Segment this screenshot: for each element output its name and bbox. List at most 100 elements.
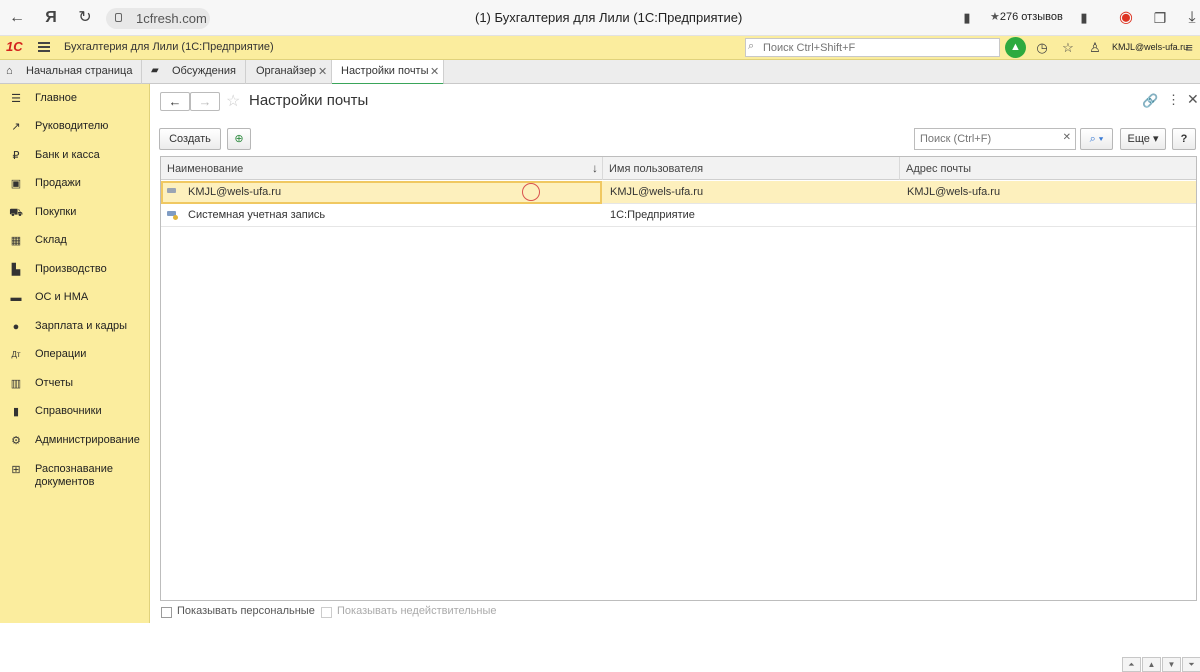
browser-tab-title: (1) Бухгалтерия для Лили (1С:Предприятие…: [475, 10, 743, 25]
sidebar-item-production[interactable]: ▙ Производство: [0, 260, 150, 282]
more-label: Еще: [1127, 133, 1150, 145]
close-tab-icon[interactable]: ✕: [430, 65, 439, 78]
mail-settings-form: ← → ☆ Настройки почты 🔗 ⋮ ✕ Создать ⊕ ✕ …: [150, 84, 1200, 672]
sidebar-item-bank[interactable]: ₽ Банк и касса: [0, 146, 150, 168]
link-icon[interactable]: 🔗: [1142, 93, 1158, 109]
sidebar-item-administration[interactable]: ⚙ Администрирование: [0, 431, 150, 453]
sidebar-item-directories[interactable]: ▮ Справочники: [0, 402, 150, 424]
sidebar-item-warehouse[interactable]: ▦ Склад: [0, 231, 150, 253]
help-button[interactable]: ?: [1172, 128, 1196, 150]
menu-icon[interactable]: [38, 42, 50, 52]
sidebar-item-recognition[interactable]: ⊞ Распознавание документов: [0, 460, 150, 492]
sidebar-item-reports[interactable]: ▥ Отчеты: [0, 374, 150, 396]
history-icon[interactable]: ◷: [1033, 39, 1051, 57]
accounts-table: Наименование ↓ Имя пользователя Адрес по…: [160, 156, 1200, 672]
search-icon: ⌕ ▾: [1089, 133, 1104, 145]
ruble-icon: ₽: [12, 150, 20, 162]
back-button[interactable]: ←: [160, 92, 190, 111]
sidebar-item-label: Производство: [35, 263, 107, 275]
cell-address[interactable]: KMJL@wels-ufa.ru: [907, 186, 1000, 198]
search-button[interactable]: ⌕ ▾: [1080, 128, 1113, 150]
back-arrow-icon[interactable]: ←: [8, 9, 26, 27]
chart-icon: ▥: [10, 378, 22, 390]
scan-icon: ⊞: [11, 464, 21, 476]
tab-mail-settings[interactable]: Настройки почты ✕: [332, 60, 444, 85]
column-header-name[interactable]: Наименование: [161, 157, 603, 180]
cell-name[interactable]: Системная учетная запись: [188, 209, 325, 221]
more-vertical-icon[interactable]: ⋮: [1167, 92, 1180, 108]
scroll-down-button[interactable]: ▼: [1162, 657, 1181, 672]
sidebar-item-label: Банк и касса: [35, 149, 100, 161]
table-row[interactable]: KMJL@wels-ufa.ru KMJL@wels-ufa.ru KMJL@w…: [161, 181, 1196, 204]
account-icon: [167, 188, 176, 193]
sidebar-item-salary[interactable]: ● Зарплата и кадры: [0, 317, 150, 339]
sidebar-item-fixed-assets[interactable]: ▬ ОС и НМА: [0, 288, 150, 310]
sidebar-item-sales[interactable]: ▣ Продажи: [0, 174, 150, 196]
tab-label: Начальная страница: [26, 65, 133, 77]
sidebar-item-label: Зарплата и кадры: [35, 320, 128, 332]
sidebar-item-label: Продажи: [35, 177, 81, 189]
close-tab-icon[interactable]: ✕: [318, 65, 327, 78]
yandex-icon[interactable]: Я: [42, 9, 60, 27]
record-icon[interactable]: ◉: [1117, 9, 1135, 27]
reviews-badge[interactable]: ★276 отзывов: [990, 10, 1063, 23]
sidebar-item-main[interactable]: ☰ Главное: [0, 89, 150, 111]
tab-label: Настройки почты: [341, 65, 429, 77]
bookmark-icon[interactable]: ▮: [1075, 9, 1093, 27]
show-personal-checkbox[interactable]: [161, 607, 172, 618]
reload-icon[interactable]: ↻: [76, 9, 94, 27]
cell-user[interactable]: KMJL@wels-ufa.ru: [610, 186, 703, 198]
sidebar-item-purchases[interactable]: ⛟ Покупки: [0, 203, 150, 225]
reviews-count: 276 отзывов: [999, 11, 1063, 23]
table-header: Наименование ↓ Имя пользователя Адрес по…: [161, 157, 1196, 180]
sidebar-item-manager[interactable]: ↗ Руководителю: [0, 117, 150, 139]
address-bar[interactable]: 1cfresh.com: [106, 8, 210, 29]
sidebar-item-operations[interactable]: Дт Операции: [0, 345, 150, 367]
search-icon: ⌕: [748, 40, 755, 52]
app-title: Бухгалтерия для Лили (1С:Предприятие): [64, 41, 274, 53]
tab-discussions[interactable]: ▰ Обсуждения: [142, 60, 246, 84]
scroll-bottom-button[interactable]: ⏷: [1182, 657, 1200, 672]
chat-bubble-icon: ▰: [151, 65, 159, 76]
column-header-user[interactable]: Имя пользователя: [603, 157, 900, 180]
chat-icon[interactable]: ▮: [958, 9, 976, 27]
home-icon: ⌂: [6, 65, 13, 77]
show-invalid-checkbox[interactable]: [321, 607, 332, 618]
up-icon: ▲: [1147, 660, 1156, 669]
list-search-input[interactable]: [918, 131, 1056, 147]
scroll-top-button[interactable]: ⏶: [1122, 657, 1141, 672]
user-icon[interactable]: ♙: [1086, 39, 1104, 57]
global-search[interactable]: ⌕: [745, 38, 1000, 57]
download-icon[interactable]: ⤓: [1183, 9, 1200, 27]
favorite-star-icon[interactable]: ☆: [226, 91, 240, 111]
notifications-icon[interactable]: ▲: [1005, 37, 1026, 58]
arrow-left-icon: ←: [168, 94, 182, 109]
list-search[interactable]: ✕: [914, 128, 1076, 150]
favorites-star-icon[interactable]: ☆: [1059, 39, 1077, 57]
table-row[interactable]: Системная учетная запись 1С:Предприятие: [161, 204, 1196, 227]
forward-button[interactable]: →: [190, 92, 220, 111]
global-search-input[interactable]: [761, 40, 991, 55]
tab-home[interactable]: ⌂ Начальная страница: [0, 60, 142, 84]
create-button[interactable]: Создать: [159, 128, 221, 150]
more-actions-button[interactable]: Еще ▾: [1120, 128, 1166, 150]
double-down-icon: ⏷: [1188, 660, 1195, 669]
clear-icon[interactable]: ✕: [1063, 132, 1071, 143]
settings-menu-icon[interactable]: ≡: [1180, 39, 1198, 57]
column-header-address[interactable]: Адрес почты: [900, 157, 1196, 180]
close-icon[interactable]: ✕: [1187, 91, 1199, 108]
url-text: 1cfresh.com: [136, 11, 207, 26]
sort-down-icon[interactable]: ↓: [592, 161, 598, 175]
page-title: Настройки почты: [249, 92, 369, 109]
cell-name[interactable]: KMJL@wels-ufa.ru: [188, 186, 281, 198]
create-copy-button[interactable]: ⊕: [227, 128, 251, 150]
show-invalid-label: Показывать недействительные: [337, 605, 497, 617]
tab-organizer[interactable]: Органайзер ✕: [246, 60, 332, 84]
sidebar-item-label: ОС и НМА: [35, 291, 89, 303]
down-icon: ▼: [1167, 660, 1176, 669]
cell-user[interactable]: 1С:Предприятие: [610, 209, 695, 221]
scroll-up-button[interactable]: ▲: [1142, 657, 1161, 672]
user-name[interactable]: KMJL@wels-ufa.ru: [1112, 42, 1188, 52]
star-icon: ★: [990, 11, 1000, 23]
extensions-icon[interactable]: ❐: [1151, 9, 1169, 27]
